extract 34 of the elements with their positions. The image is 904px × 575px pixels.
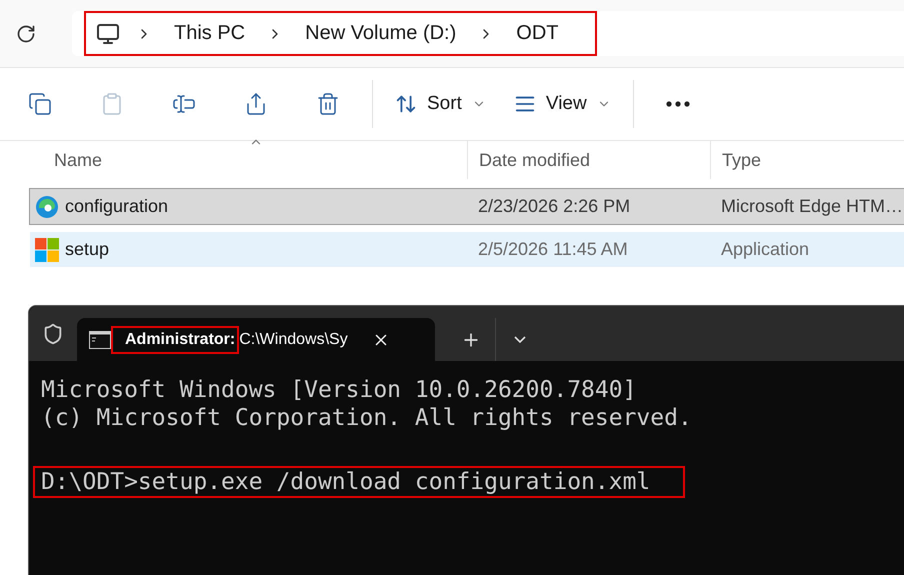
windows-logo-icon (35, 238, 59, 262)
toolbar-menu[interactable]: View (500, 82, 625, 126)
sort-icon (395, 93, 417, 115)
file-row[interactable]: configuration 2/23/2026 2:26 PM Microsoft Edge HTM… (30, 189, 904, 224)
console-line: Microsoft Windows [Version 10.0.26200.7840] (40, 376, 638, 404)
refresh-icon (16, 24, 36, 44)
console-icon (89, 330, 111, 348)
computer-icon (96, 22, 120, 46)
more-icon (666, 101, 690, 107)
trash-icon (316, 92, 340, 116)
type-cell-text: Microsoft Edge HTM… (720, 196, 904, 217)
column-header[interactable]: Name (54, 150, 102, 170)
console-line: D:\ODT>setup.exe /download configuration.xml (35, 468, 683, 496)
highlighted-tab-title: Administrator: (111, 326, 240, 354)
shield-icon (42, 322, 64, 344)
breadcrumb[interactable]: New Volume (D:) (299, 22, 462, 45)
date-cell-text: 2/5/2026 11:45 AM (477, 239, 629, 260)
edge-icon (35, 194, 59, 218)
file-name: setup (65, 239, 110, 260)
breadcrumb[interactable]: ODT (510, 22, 564, 45)
terminal-tab[interactable]: Administrator: C:\Windows\Sy (77, 318, 435, 361)
tab-title: C:\Windows\Sy (239, 330, 348, 350)
breadcrumb[interactable]: This PC (168, 22, 252, 45)
copy-icon (28, 92, 52, 116)
chevron-down-icon (514, 336, 526, 343)
console-line: (c) Microsoft Corporation. All rights reserved. (40, 404, 693, 432)
column-header[interactable]: Type (722, 150, 762, 170)
file-name: configuration (65, 196, 168, 217)
date-cell-text: 2/23/2026 2:26 PM (477, 196, 632, 217)
toolbar-menu[interactable]: Sort (381, 82, 500, 126)
address-bar[interactable]: This PC New Volume (D:) ODT (72, 11, 904, 56)
file-row[interactable]: setup 2/5/2026 11:45 AM Application (30, 232, 904, 267)
column-header[interactable]: Date modified (479, 150, 590, 170)
type-cell-text: Application (720, 239, 810, 260)
